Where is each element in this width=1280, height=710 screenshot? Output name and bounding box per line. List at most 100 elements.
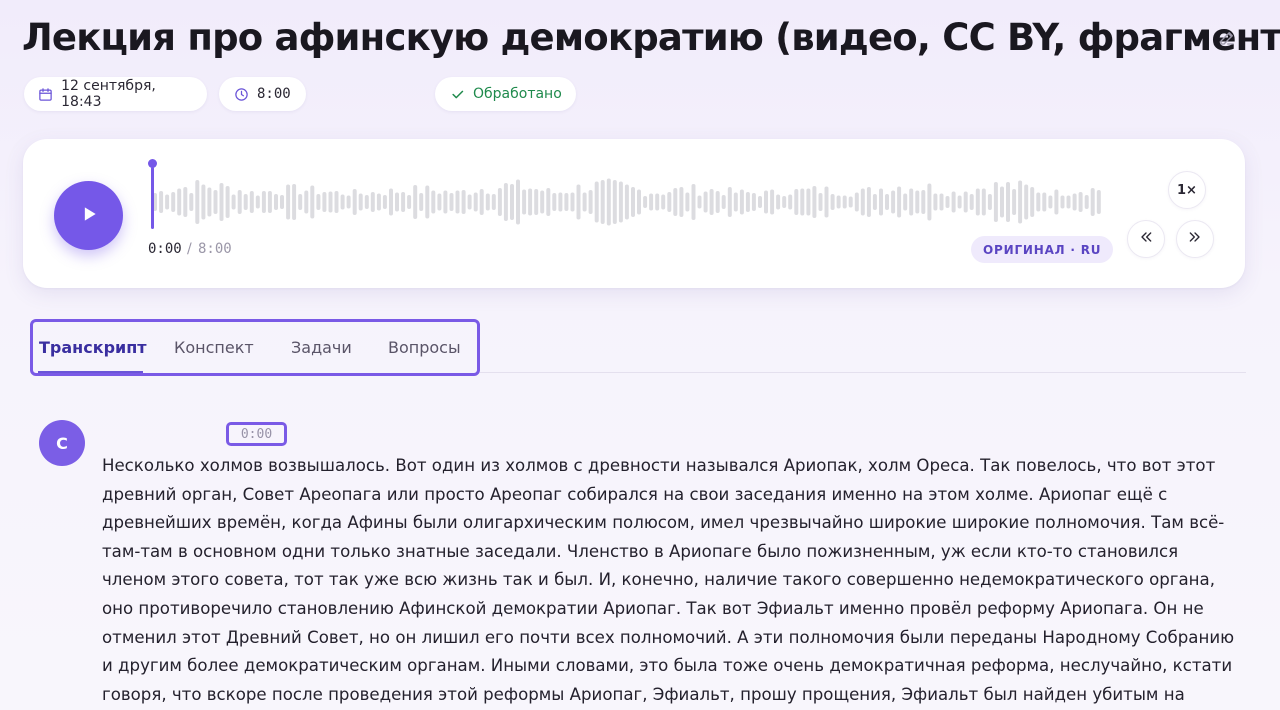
waveform-bar (358, 193, 363, 211)
waveform-bar (267, 191, 272, 213)
status-text: Обработано (473, 86, 562, 102)
waveform-bar (213, 190, 218, 214)
audio-player: 0:00 / 8:00 ОРИГИНАЛ · RU 1× (23, 139, 1245, 288)
waveform-bar (552, 193, 557, 211)
waveform-bar (467, 194, 472, 210)
waveform-bar (915, 190, 920, 214)
tab-summary[interactable]: Конспект (174, 338, 254, 357)
waveform-bar (939, 193, 944, 211)
waveform-bar (207, 187, 212, 217)
waveform-bar (370, 192, 375, 212)
waveform-bar (727, 187, 732, 217)
waveform-scrubber[interactable] (147, 159, 1107, 234)
clock-icon (233, 86, 249, 102)
speaker-avatar: С (39, 420, 85, 466)
waveform-bar (425, 185, 430, 219)
waveform-bar (909, 188, 914, 216)
waveform-bar (933, 193, 938, 211)
time-separator: / (187, 241, 192, 257)
check-icon (449, 86, 465, 102)
waveform-bar (340, 194, 345, 210)
waveform-bar (1066, 195, 1071, 209)
waveform-bar (243, 194, 248, 210)
waveform-bar (1006, 182, 1010, 222)
waveform-bar (776, 194, 781, 210)
waveform-bar (280, 195, 284, 209)
waveform-bar (1096, 190, 1101, 214)
rewind-button[interactable] (1127, 220, 1165, 258)
waveform-bar (558, 192, 563, 212)
play-icon (79, 204, 99, 228)
waveform-bar (491, 194, 496, 210)
waveform-bar (292, 184, 297, 220)
calendar-icon (38, 86, 53, 102)
waveform-bar (709, 189, 714, 215)
waveform-bar (540, 190, 545, 214)
waveform-bar (431, 190, 436, 214)
waveform-bar (328, 191, 333, 213)
waveform-bar (733, 192, 738, 212)
waveform-bar (812, 186, 817, 218)
waveform-bar (981, 188, 986, 216)
pencil-icon (1218, 29, 1236, 51)
waveform-bar (334, 191, 339, 213)
waveform-bar (588, 190, 593, 214)
waveform-bar (945, 196, 950, 208)
waveform-bar (346, 195, 351, 209)
waveform-bar (703, 191, 708, 213)
waveform-bar (201, 184, 206, 220)
edit-title-button[interactable] (1214, 27, 1240, 53)
tab-transcript[interactable]: Транскрипт (39, 338, 147, 357)
waveform-bar (395, 192, 399, 212)
waveform-bar (951, 191, 956, 213)
waveform-bar (667, 192, 672, 212)
waveform-bar (1024, 184, 1029, 220)
language-badge[interactable]: ОРИГИНАЛ · RU (971, 236, 1114, 263)
waveform-bar (818, 193, 823, 211)
waveform-bar (673, 188, 678, 216)
duration-text: 8:00 (257, 86, 291, 102)
waveform-bar (975, 188, 980, 216)
title-row: Лекция про афинскую демократию (видео, C… (22, 12, 1280, 62)
waveform-bar (534, 189, 539, 215)
waveform-bar (419, 193, 424, 211)
waveform-bar (231, 194, 236, 210)
waveform-bar (1048, 195, 1053, 209)
waveform-bar (401, 192, 406, 212)
play-button[interactable] (54, 181, 123, 250)
waveform-bar (969, 194, 974, 210)
waveform-bar (957, 195, 962, 209)
waveform-bar (788, 194, 793, 210)
waveform-bar (449, 193, 454, 211)
waveform-bar (612, 180, 617, 224)
waveform-bar (685, 192, 690, 212)
waveform-bar (606, 178, 611, 226)
waveform-bar (903, 193, 908, 211)
page: Лекция про афинскую демократию (видео, C… (0, 0, 1280, 710)
waveform-bar (261, 191, 266, 213)
waveform-bar (885, 194, 889, 210)
forward-button[interactable] (1176, 220, 1214, 258)
waveform-bar (274, 194, 278, 210)
waveform-bar (963, 191, 968, 213)
waveform-bar (582, 192, 587, 212)
waveform-bar (721, 195, 726, 209)
tab-tasks[interactable]: Задачи (291, 338, 352, 357)
waveform-bar (503, 183, 508, 221)
waveform-bar (618, 181, 623, 223)
waveform-bar (594, 181, 599, 223)
waveform-bar (249, 191, 254, 213)
waveform-bar (219, 183, 224, 221)
waveform-bar (1090, 188, 1095, 216)
waveform-bar (921, 190, 926, 214)
speed-button[interactable]: 1× (1168, 171, 1206, 209)
waveform-bar (298, 194, 303, 210)
tab-questions[interactable]: Вопросы (388, 338, 461, 357)
segment-timestamp[interactable]: 0:00 (226, 422, 287, 446)
waveform-bar (661, 194, 666, 210)
waveform-bar (473, 192, 478, 212)
playhead-handle[interactable] (148, 159, 157, 168)
duration-chip: 8:00 (219, 77, 306, 111)
waveform-bar (443, 190, 448, 214)
waveform-bar (455, 190, 460, 214)
